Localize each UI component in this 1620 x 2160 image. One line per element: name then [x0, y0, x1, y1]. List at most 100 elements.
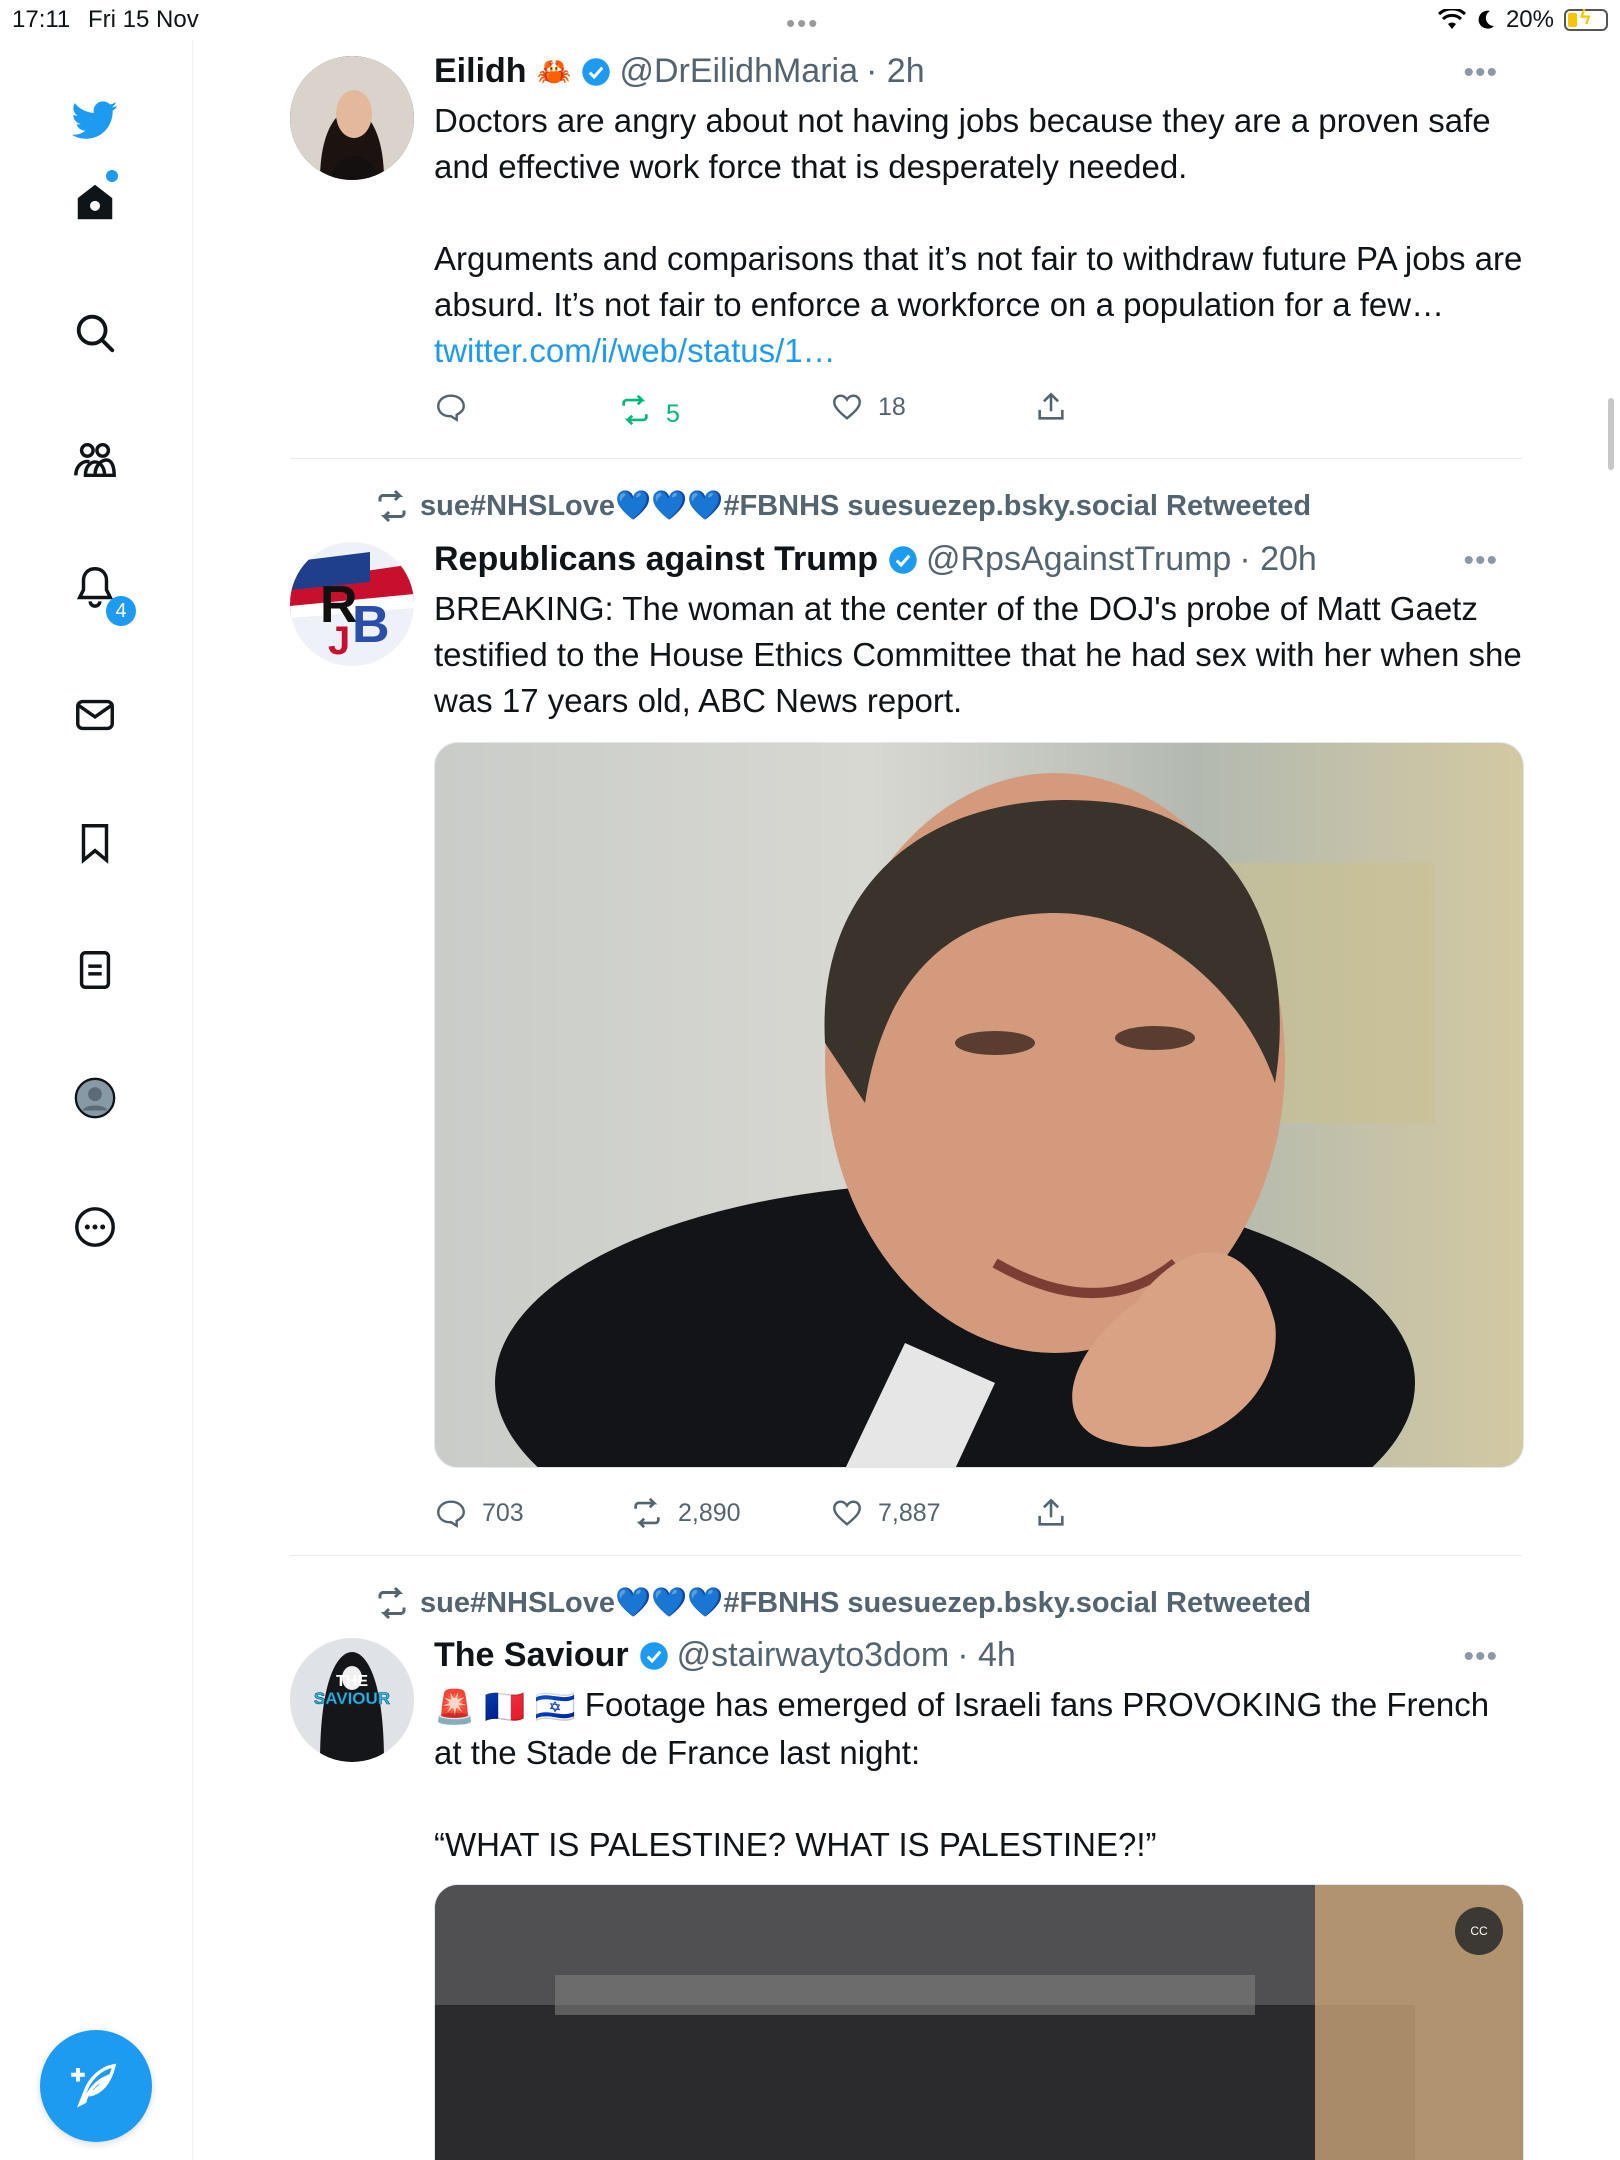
tweet-header: The Saviour @stairwayto3dom · 4h: [434, 1636, 1016, 1675]
tweet-text-part: Footage has emerged of Israeli fans PROV…: [434, 1686, 1490, 1772]
tweet[interactable]: THE SAVIOUR The Saviour @stairwayto3dom ·…: [290, 1636, 1524, 2160]
sidebar-nav: 4: [0, 40, 193, 2160]
retweeted-by-label: sue#NHSLove💙💙💙#FBNHS suesuezep.bsky.soci…: [420, 490, 1312, 522]
more-options-icon[interactable]: [65, 1197, 125, 1257]
home-icon[interactable]: [65, 172, 125, 232]
retweet-icon: [634, 1497, 660, 1529]
profile-icon[interactable]: [65, 1068, 125, 1128]
tweet-text-part: Arguments and comparisons that it’s not …: [434, 240, 1523, 323]
notifications-badge: 4: [106, 596, 136, 626]
tweet-text: Doctors are angry about not having jobs …: [434, 98, 1524, 374]
share-icon: [1038, 392, 1064, 420]
verified-icon: [639, 1641, 668, 1670]
battery-percent: 20%: [1505, 6, 1554, 33]
tweet-actions: 5 18: [434, 390, 1134, 430]
retweet-count: 5: [666, 400, 680, 428]
author-handle[interactable]: @DrEilidhMaria: [619, 52, 858, 91]
captions-icon[interactable]: CC: [1455, 1907, 1503, 1955]
retweeted-by[interactable]: sue#NHSLove💙💙💙#FBNHS suesuezep.bsky.soci…: [374, 1585, 1311, 1621]
author-name[interactable]: Republicans against Trump: [434, 540, 878, 579]
photo-of-man: [495, 773, 1435, 1467]
search-icon[interactable]: [65, 303, 125, 363]
verified-icon: [889, 545, 917, 574]
communities-icon[interactable]: [65, 430, 125, 490]
tweet-header: Republicans against Trump @RpsAgainstTru…: [434, 540, 1317, 579]
tweet[interactable]: Eilidh 🦀 @DrEilidhMaria · 2h ••• Doctors…: [290, 52, 1522, 442]
twitter-logo-icon[interactable]: [65, 90, 125, 150]
svg-text:J: J: [328, 619, 350, 663]
retweeted-by[interactable]: sue#NHSLove💙💙💙#FBNHS suesuezep.bsky.soci…: [374, 488, 1311, 524]
status-date: Fri 15 Nov: [88, 6, 199, 33]
wifi-icon: [1437, 9, 1466, 29]
retweet-icon: [378, 1586, 406, 1620]
share-button[interactable]: [1034, 1496, 1068, 1530]
crowd-video-thumbnail: [435, 1885, 1523, 2160]
tweet-more-icon[interactable]: •••: [1463, 56, 1498, 90]
moon-icon: [1478, 10, 1494, 29]
tweet[interactable]: RBJ Republicans against Trump @RpsAgains…: [290, 540, 1524, 1540]
tweet-text: 🚨 🇫🇷 🇮🇱 Footage has emerged of Israeli f…: [434, 1682, 1524, 1868]
author-name[interactable]: Eilidh: [434, 52, 527, 91]
like-button[interactable]: 7,887: [830, 1496, 941, 1530]
tweet-text: BREAKING: The woman at the center of the…: [434, 590, 1522, 719]
author-name[interactable]: The Saviour: [434, 1636, 629, 1675]
reply-icon: [437, 394, 465, 422]
retweet-button[interactable]: 2,890: [630, 1496, 741, 1530]
tweet-paragraph: Arguments and comparisons that it’s not …: [434, 236, 1524, 374]
like-count: 7,887: [878, 1498, 941, 1527]
messages-icon[interactable]: [65, 685, 125, 745]
status-bar: 17:11 Fri 15 Nov ••• 20% ϟ: [0, 0, 1620, 40]
avatar[interactable]: RBJ: [290, 542, 414, 666]
multitasking-dots[interactable]: •••: [786, 8, 819, 39]
flag-emojis: 🚨 🇫🇷 🇮🇱: [434, 1688, 576, 1726]
retweet-icon: [622, 394, 648, 425]
avatar-text-saviour: SAVIOUR: [314, 1689, 390, 1708]
verified-icon: [582, 57, 611, 86]
reply-icon: [437, 1500, 465, 1528]
status-right: 20% ϟ: [1437, 6, 1608, 34]
author-handle[interactable]: @RpsAgainstTrump: [926, 540, 1231, 579]
tweet-image[interactable]: [434, 742, 1524, 1468]
tweet-more-icon[interactable]: •••: [1463, 544, 1498, 578]
crab-emoji: 🦀: [536, 56, 572, 87]
share-icon: [1038, 1498, 1064, 1526]
avatar[interactable]: THE SAVIOUR: [290, 1638, 414, 1762]
tweet-divider: [290, 458, 1522, 459]
compose-icon: [71, 2063, 117, 2108]
show-more-link[interactable]: twitter.com/i/web/status/1…: [434, 332, 836, 369]
bookmarks-icon[interactable]: [65, 813, 125, 873]
avatar[interactable]: [290, 56, 414, 180]
author-handle[interactable]: @stairwayto3dom: [677, 1636, 950, 1675]
svg-text:B: B: [352, 596, 390, 654]
reply-button[interactable]: 703: [434, 1496, 524, 1530]
tweet-time[interactable]: · 2h: [866, 52, 925, 91]
tweet-divider: [290, 1555, 1522, 1556]
retweet-count: 2,890: [678, 1498, 741, 1527]
lists-icon[interactable]: [65, 940, 125, 1000]
heart-icon: [833, 394, 861, 420]
retweet-button[interactable]: 5: [618, 390, 680, 429]
scrollbar[interactable]: [1608, 398, 1614, 470]
share-button[interactable]: [1034, 390, 1068, 424]
tweet-actions: 703 2,890 7,887: [434, 1496, 1134, 1536]
like-count: 18: [878, 392, 906, 421]
reply-count: 703: [482, 1498, 524, 1527]
tweet-time[interactable]: · 4h: [957, 1636, 1016, 1675]
heart-icon: [833, 1500, 861, 1526]
battery-icon: ϟ: [1564, 7, 1608, 31]
tweet-paragraph: Doctors are angry about not having jobs …: [434, 102, 1491, 185]
home-unread-dot: [106, 170, 118, 182]
tweet-video[interactable]: CC: [434, 1884, 1524, 2160]
tweet-time[interactable]: · 20h: [1239, 540, 1317, 579]
retweeted-by-label: sue#NHSLove💙💙💙#FBNHS suesuezep.bsky.soci…: [420, 1587, 1312, 1619]
tweet-quote-text: “WHAT IS PALESTINE? WHAT IS PALESTINE?!”: [434, 1826, 1157, 1864]
tweet-paragraph: 🚨 🇫🇷 🇮🇱 Footage has emerged of Israeli f…: [434, 1682, 1524, 1776]
status-time: 17:11: [12, 6, 71, 33]
reply-button[interactable]: [434, 390, 482, 424]
tweet-more-icon[interactable]: •••: [1463, 1640, 1498, 1674]
retweet-icon: [378, 489, 406, 523]
compose-tweet-button[interactable]: [40, 2030, 152, 2142]
like-button[interactable]: 18: [830, 390, 906, 424]
avatar-text-the: THE: [336, 1673, 368, 1690]
tweet-header: Eilidh 🦀 @DrEilidhMaria · 2h: [434, 52, 925, 91]
